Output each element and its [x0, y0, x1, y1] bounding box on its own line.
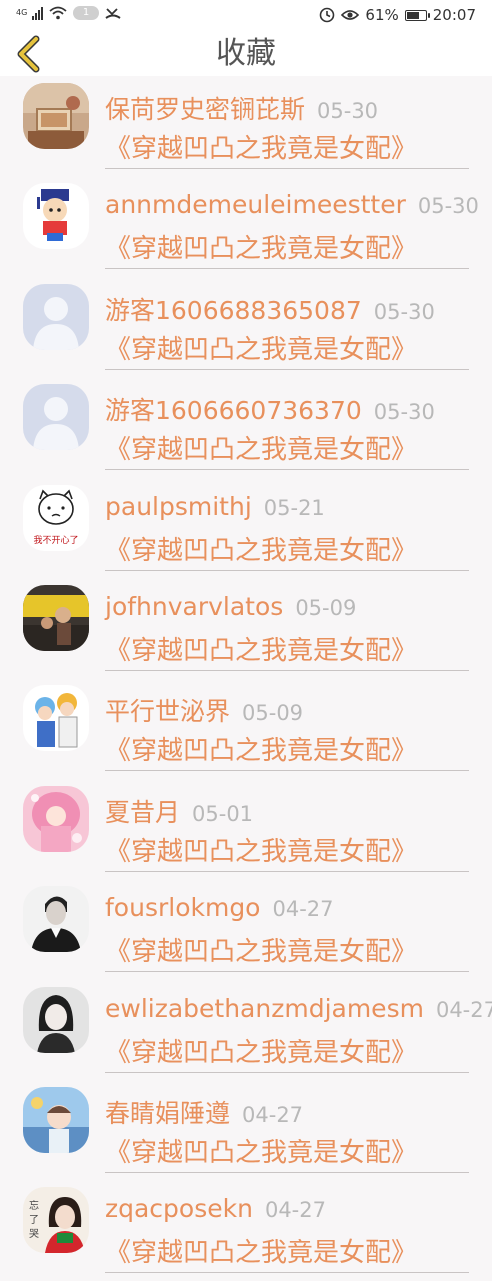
- book-title[interactable]: 《穿越凹凸之我竟是女配》: [105, 228, 417, 265]
- avatar: 忘了哭: [23, 1187, 89, 1254]
- list-item[interactable]: 保苘罗史密锎芘斯 05-30 《穿越凹凸之我竟是女配》: [0, 76, 492, 176]
- avatar: [23, 283, 89, 350]
- book-title[interactable]: 《穿越凹凸之我竟是女配》: [105, 630, 417, 667]
- divider: [105, 368, 469, 370]
- wifi-icon: [49, 6, 67, 20]
- avatar: [23, 986, 89, 1053]
- divider: [105, 971, 469, 973]
- favorite-date: 05-30: [373, 299, 435, 324]
- book-title[interactable]: 《穿越凹凸之我竟是女配》: [105, 329, 417, 366]
- avatar: [23, 785, 89, 852]
- favorite-date: 05-09: [295, 595, 357, 620]
- list-item[interactable]: 平行世泌界 05-09 《穿越凹凸之我竟是女配》: [0, 678, 492, 778]
- list-item[interactable]: 游客1606660736370 05-30 《穿越凹凸之我竟是女配》: [0, 377, 492, 477]
- username: 平行世泌界: [105, 697, 231, 727]
- username: annmdemeuleimeestter: [105, 190, 406, 220]
- username: 游客1606688365087: [105, 295, 362, 325]
- username: jofhnvarvlatos: [105, 591, 284, 621]
- username: 保苘罗史密锎芘斯: [105, 95, 306, 124]
- username: ewlizabethanzmdjamesm: [105, 993, 424, 1023]
- book-title[interactable]: 《穿越凹凸之我竟是女配》: [105, 931, 417, 968]
- avatar: [23, 1086, 89, 1153]
- favorites-list: 保苘罗史密锎芘斯 05-30 《穿越凹凸之我竟是女配》 annmdemeuleim…: [0, 76, 492, 1281]
- default-user-icon: [23, 384, 89, 451]
- list-item[interactable]: 夏昔月 05-01 《穿越凹凸之我竟是女配》: [0, 779, 492, 879]
- favorite-date: 05-01: [192, 801, 254, 826]
- avatar: [23, 685, 89, 752]
- favorite-date: 04-27: [264, 1198, 326, 1223]
- favorite-date: 04-27: [272, 897, 334, 922]
- network-type-label: 4G: [16, 8, 28, 17]
- book-title[interactable]: 《穿越凹凸之我竟是女配》: [105, 730, 417, 767]
- page-title: 收藏: [216, 36, 276, 71]
- avatar: [23, 584, 89, 651]
- book-title[interactable]: 《穿越凹凸之我竟是女配》: [105, 1032, 417, 1069]
- divider: [105, 1071, 469, 1073]
- book-title[interactable]: 《穿越凹凸之我竟是女配》: [105, 1132, 417, 1169]
- favorite-date: 05-09: [242, 701, 304, 726]
- username: zqacposekn: [105, 1194, 253, 1224]
- divider: [105, 870, 469, 872]
- avatar: [23, 886, 89, 953]
- divider: [105, 268, 469, 270]
- book-title[interactable]: 《穿越凹凸之我竟是女配》: [105, 128, 417, 165]
- book-title[interactable]: 《穿越凹凸之我竟是女配》: [105, 429, 417, 466]
- divider: [105, 569, 469, 571]
- favorite-date: 05-30: [317, 99, 379, 123]
- list-item[interactable]: annmdemeuleimeestter 05-30 《穿越凹凸之我竟是女配》: [0, 176, 492, 276]
- status-bar: 4G 1 61% 20:07: [0, 0, 492, 32]
- eye-comfort-icon: [341, 10, 360, 20]
- signal-icon: [32, 6, 43, 20]
- alarm-icon: [320, 7, 335, 23]
- list-item[interactable]: 春睛娟陲遵 04-27 《穿越凹凸之我竟是女配》: [0, 1080, 492, 1180]
- list-item[interactable]: 我不开心了 paulpsmithj 05-21 《穿越凹凸之我竟是女配》: [0, 478, 492, 578]
- divider: [105, 1272, 469, 1274]
- list-item[interactable]: jofhnvarvlatos 05-09 《穿越凹凸之我竟是女配》: [0, 578, 492, 678]
- book-title[interactable]: 《穿越凹凸之我竟是女配》: [105, 1232, 417, 1269]
- favorite-date: 04-27: [435, 997, 492, 1022]
- notification-badge: 1: [73, 6, 99, 20]
- clock-time: 20:07: [432, 6, 476, 24]
- list-item[interactable]: fousrlokmgo 04-27 《穿越凹凸之我竟是女配》: [0, 879, 492, 979]
- username: paulpsmithj: [105, 491, 252, 521]
- list-item[interactable]: 游客1606688365087 05-30 《穿越凹凸之我竟是女配》: [0, 277, 492, 377]
- battery-icon: [404, 9, 430, 21]
- divider: [105, 168, 469, 169]
- meme-caption: 我不开心了: [33, 535, 78, 546]
- favorite-date: 04-27: [242, 1102, 304, 1127]
- username: 游客1606660736370: [105, 396, 362, 426]
- favorite-date: 05-21: [263, 495, 325, 520]
- book-title[interactable]: 《穿越凹凸之我竟是女配》: [105, 831, 417, 868]
- default-user-icon: [23, 283, 89, 350]
- avatar: [23, 183, 89, 250]
- list-item[interactable]: 忘了哭 zqacposekn 04-27 《穿越凹凸之我竟是女配》: [0, 1180, 492, 1280]
- list-item[interactable]: ewlizabethanzmdjamesm 04-27 《穿越凹凸之我竟是女配》: [0, 980, 492, 1080]
- avatar-caption: 忘了哭: [29, 1199, 39, 1240]
- divider: [105, 1171, 469, 1173]
- battery-percent: 61%: [365, 6, 399, 24]
- username: 夏昔月: [105, 797, 181, 827]
- divider: [105, 469, 469, 471]
- favorite-date: 05-30: [417, 194, 479, 219]
- divider: [105, 770, 469, 772]
- divider: [105, 669, 469, 671]
- missed-call-icon: [105, 8, 121, 19]
- username: 春睛娟陲遵: [105, 1098, 231, 1128]
- app-header: 收藏: [0, 32, 492, 76]
- username: fousrlokmgo: [105, 893, 261, 923]
- avatar: 我不开心了: [23, 484, 89, 551]
- book-title[interactable]: 《穿越凹凸之我竟是女配》: [105, 530, 417, 567]
- avatar: [23, 384, 89, 451]
- avatar: [23, 83, 89, 149]
- favorite-date: 05-30: [373, 400, 435, 425]
